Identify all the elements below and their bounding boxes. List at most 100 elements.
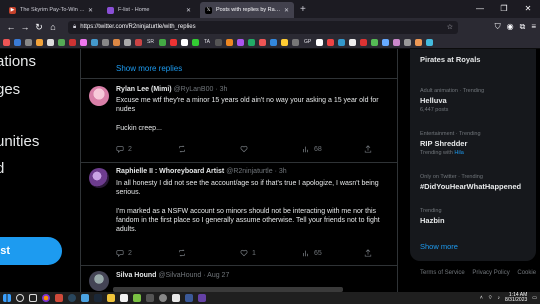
app-icon[interactable] xyxy=(107,294,115,302)
bookmark-icon[interactable] xyxy=(225,38,233,46)
bookmark-icon[interactable] xyxy=(236,38,244,46)
trend-item[interactable]: Adult animation · Trending Helluva 6,447… xyxy=(420,88,484,113)
bookmark-icon[interactable] xyxy=(393,38,401,46)
tweet[interactable]: Raphielle II : Whoreyboard Artist @R2nin… xyxy=(81,162,397,272)
bookmark-icon[interactable] xyxy=(102,38,109,46)
account-icon[interactable]: ◉ xyxy=(507,22,514,32)
minimize-button[interactable]: — xyxy=(468,0,492,18)
close-tab-icon[interactable]: ✕ xyxy=(186,7,191,14)
reload-icon[interactable]: ↻ xyxy=(32,22,46,33)
bookmark-icon[interactable] xyxy=(316,38,324,46)
bookmark-icon[interactable] xyxy=(3,38,10,46)
bookmark-icon[interactable] xyxy=(180,38,188,46)
trend-related-link[interactable]: Hila xyxy=(454,150,463,156)
handle[interactable]: @RyLanB00 xyxy=(174,86,214,93)
windows-start-icon[interactable] xyxy=(3,294,11,302)
show-more-replies-link[interactable]: Show more replies xyxy=(116,64,182,73)
firefox-icon[interactable] xyxy=(42,294,50,302)
bookmark-icon[interactable] xyxy=(36,38,43,46)
home-icon[interactable]: ⌂ xyxy=(46,22,60,32)
bookmark-icon[interactable] xyxy=(404,38,412,46)
bookmark-icon[interactable] xyxy=(247,38,255,46)
privacy-link[interactable]: Privacy Policy xyxy=(472,270,509,276)
maximize-button[interactable]: ❐ xyxy=(492,0,516,18)
display-name[interactable]: Silva Hound xyxy=(116,272,156,279)
bookmark-icon[interactable] xyxy=(58,38,65,46)
trend-item[interactable]: Entertainment · Trending RIP Shredder Tr… xyxy=(420,131,481,156)
bookmark-icon[interactable] xyxy=(291,38,299,46)
app-icon[interactable] xyxy=(81,294,89,302)
volume-icon[interactable]: ♪ xyxy=(498,295,501,301)
share-button[interactable] xyxy=(364,145,372,153)
bookmark-icon[interactable] xyxy=(91,38,98,46)
like-button[interactable] xyxy=(240,145,302,153)
browser-tab-flist[interactable]: F-list - Home ✕ xyxy=(102,2,196,18)
chevron-up-icon[interactable]: ˄ xyxy=(480,295,483,301)
app-icon[interactable] xyxy=(55,294,63,302)
bookmark-icon[interactable] xyxy=(113,38,120,46)
bookmark-icon[interactable] xyxy=(415,38,423,46)
search-icon[interactable] xyxy=(16,294,24,302)
views-button[interactable]: 68 xyxy=(302,145,364,153)
retweet-button[interactable] xyxy=(178,145,240,153)
bookmark-label[interactable]: TA xyxy=(203,39,211,45)
cookie-link[interactable]: Cookie xyxy=(517,270,536,276)
timestamp[interactable]: · 3h xyxy=(275,168,287,175)
close-tab-icon[interactable]: ✕ xyxy=(284,7,289,14)
close-window-button[interactable]: ✕ xyxy=(516,0,540,18)
handle[interactable]: @R2ninjaturtle xyxy=(226,168,272,175)
views-button[interactable]: 65 xyxy=(302,249,364,257)
like-button[interactable]: 1 xyxy=(240,249,302,257)
timestamp[interactable]: · Aug 27 xyxy=(203,272,229,279)
url-bar[interactable]: 🔒︎ https://twitter.com/R2ninjaturtle/wit… xyxy=(68,20,458,34)
forward-icon[interactable]: → xyxy=(18,22,32,32)
menu-icon[interactable]: ≡ xyxy=(531,22,536,32)
reply-button[interactable]: 2 xyxy=(116,145,178,153)
post-button[interactable]: st xyxy=(0,237,62,265)
avatar[interactable] xyxy=(89,168,109,188)
app-icon[interactable] xyxy=(185,294,193,302)
bookmark-icon[interactable] xyxy=(371,38,379,46)
app-icon[interactable] xyxy=(120,294,128,302)
display-name[interactable]: Rylan Lee (Mimi) xyxy=(116,86,172,93)
bookmark-icon[interactable] xyxy=(269,38,277,46)
extensions-icon[interactable]: ⧉ xyxy=(520,22,526,32)
trend-item[interactable]: Pirates at Royals xyxy=(420,53,480,64)
bookmark-icon[interactable] xyxy=(382,38,390,46)
avatar[interactable] xyxy=(89,86,109,106)
bookmark-label[interactable]: GP xyxy=(303,39,312,45)
bookmark-icon[interactable] xyxy=(14,38,21,46)
clock[interactable]: 1:14 AM 8/31/2023 xyxy=(505,292,527,304)
notification-icon[interactable]: ▭ xyxy=(532,295,537,301)
bookmark-star-icon[interactable]: ☆ xyxy=(447,23,453,31)
bookmark-icon[interactable] xyxy=(47,38,54,46)
browser-tab-skyrim[interactable]: ▶ The Skyrim Pay-To-Win Challe... ✕ xyxy=(4,2,98,18)
nav-item-communities[interactable]: unities xyxy=(0,133,39,150)
app-icon[interactable] xyxy=(133,294,141,302)
retweet-button[interactable] xyxy=(178,249,240,257)
bookmark-label[interactable]: SR xyxy=(146,39,155,45)
bookmark-icon[interactable] xyxy=(214,38,222,46)
bookmark-icon[interactable] xyxy=(327,38,335,46)
close-tab-icon[interactable]: ✕ xyxy=(88,7,93,14)
trend-item[interactable]: Only on Twitter · Trending #DidYouHearWh… xyxy=(420,174,521,191)
app-icon[interactable] xyxy=(94,294,102,302)
timestamp[interactable]: · 3h xyxy=(215,86,227,93)
tweet[interactable]: Rylan Lee (Mimi) @RyLanB00 · 3h Excuse m… xyxy=(81,78,397,162)
bookmark-icon[interactable] xyxy=(69,38,76,46)
bookmark-icon[interactable] xyxy=(135,38,142,46)
settings-icon[interactable] xyxy=(159,294,167,302)
nav-item-verified[interactable]: d xyxy=(0,160,4,177)
bookmark-icon[interactable] xyxy=(169,38,177,46)
bookmark-icon[interactable] xyxy=(426,38,434,46)
shield-icon[interactable]: ⛉ xyxy=(495,22,501,32)
network-icon[interactable]: ⌔ xyxy=(488,295,493,301)
display-name[interactable]: Raphielle II : Whoreyboard Artist xyxy=(116,168,224,175)
app-icon[interactable] xyxy=(198,294,206,302)
bookmark-icon[interactable] xyxy=(360,38,368,46)
bookmark-icon[interactable] xyxy=(349,38,357,46)
bookmark-icon[interactable] xyxy=(25,38,32,46)
bookmark-icon[interactable] xyxy=(191,38,199,46)
show-more-trends-link[interactable]: Show more xyxy=(420,242,458,251)
nav-item-messages[interactable]: ges xyxy=(0,81,20,98)
